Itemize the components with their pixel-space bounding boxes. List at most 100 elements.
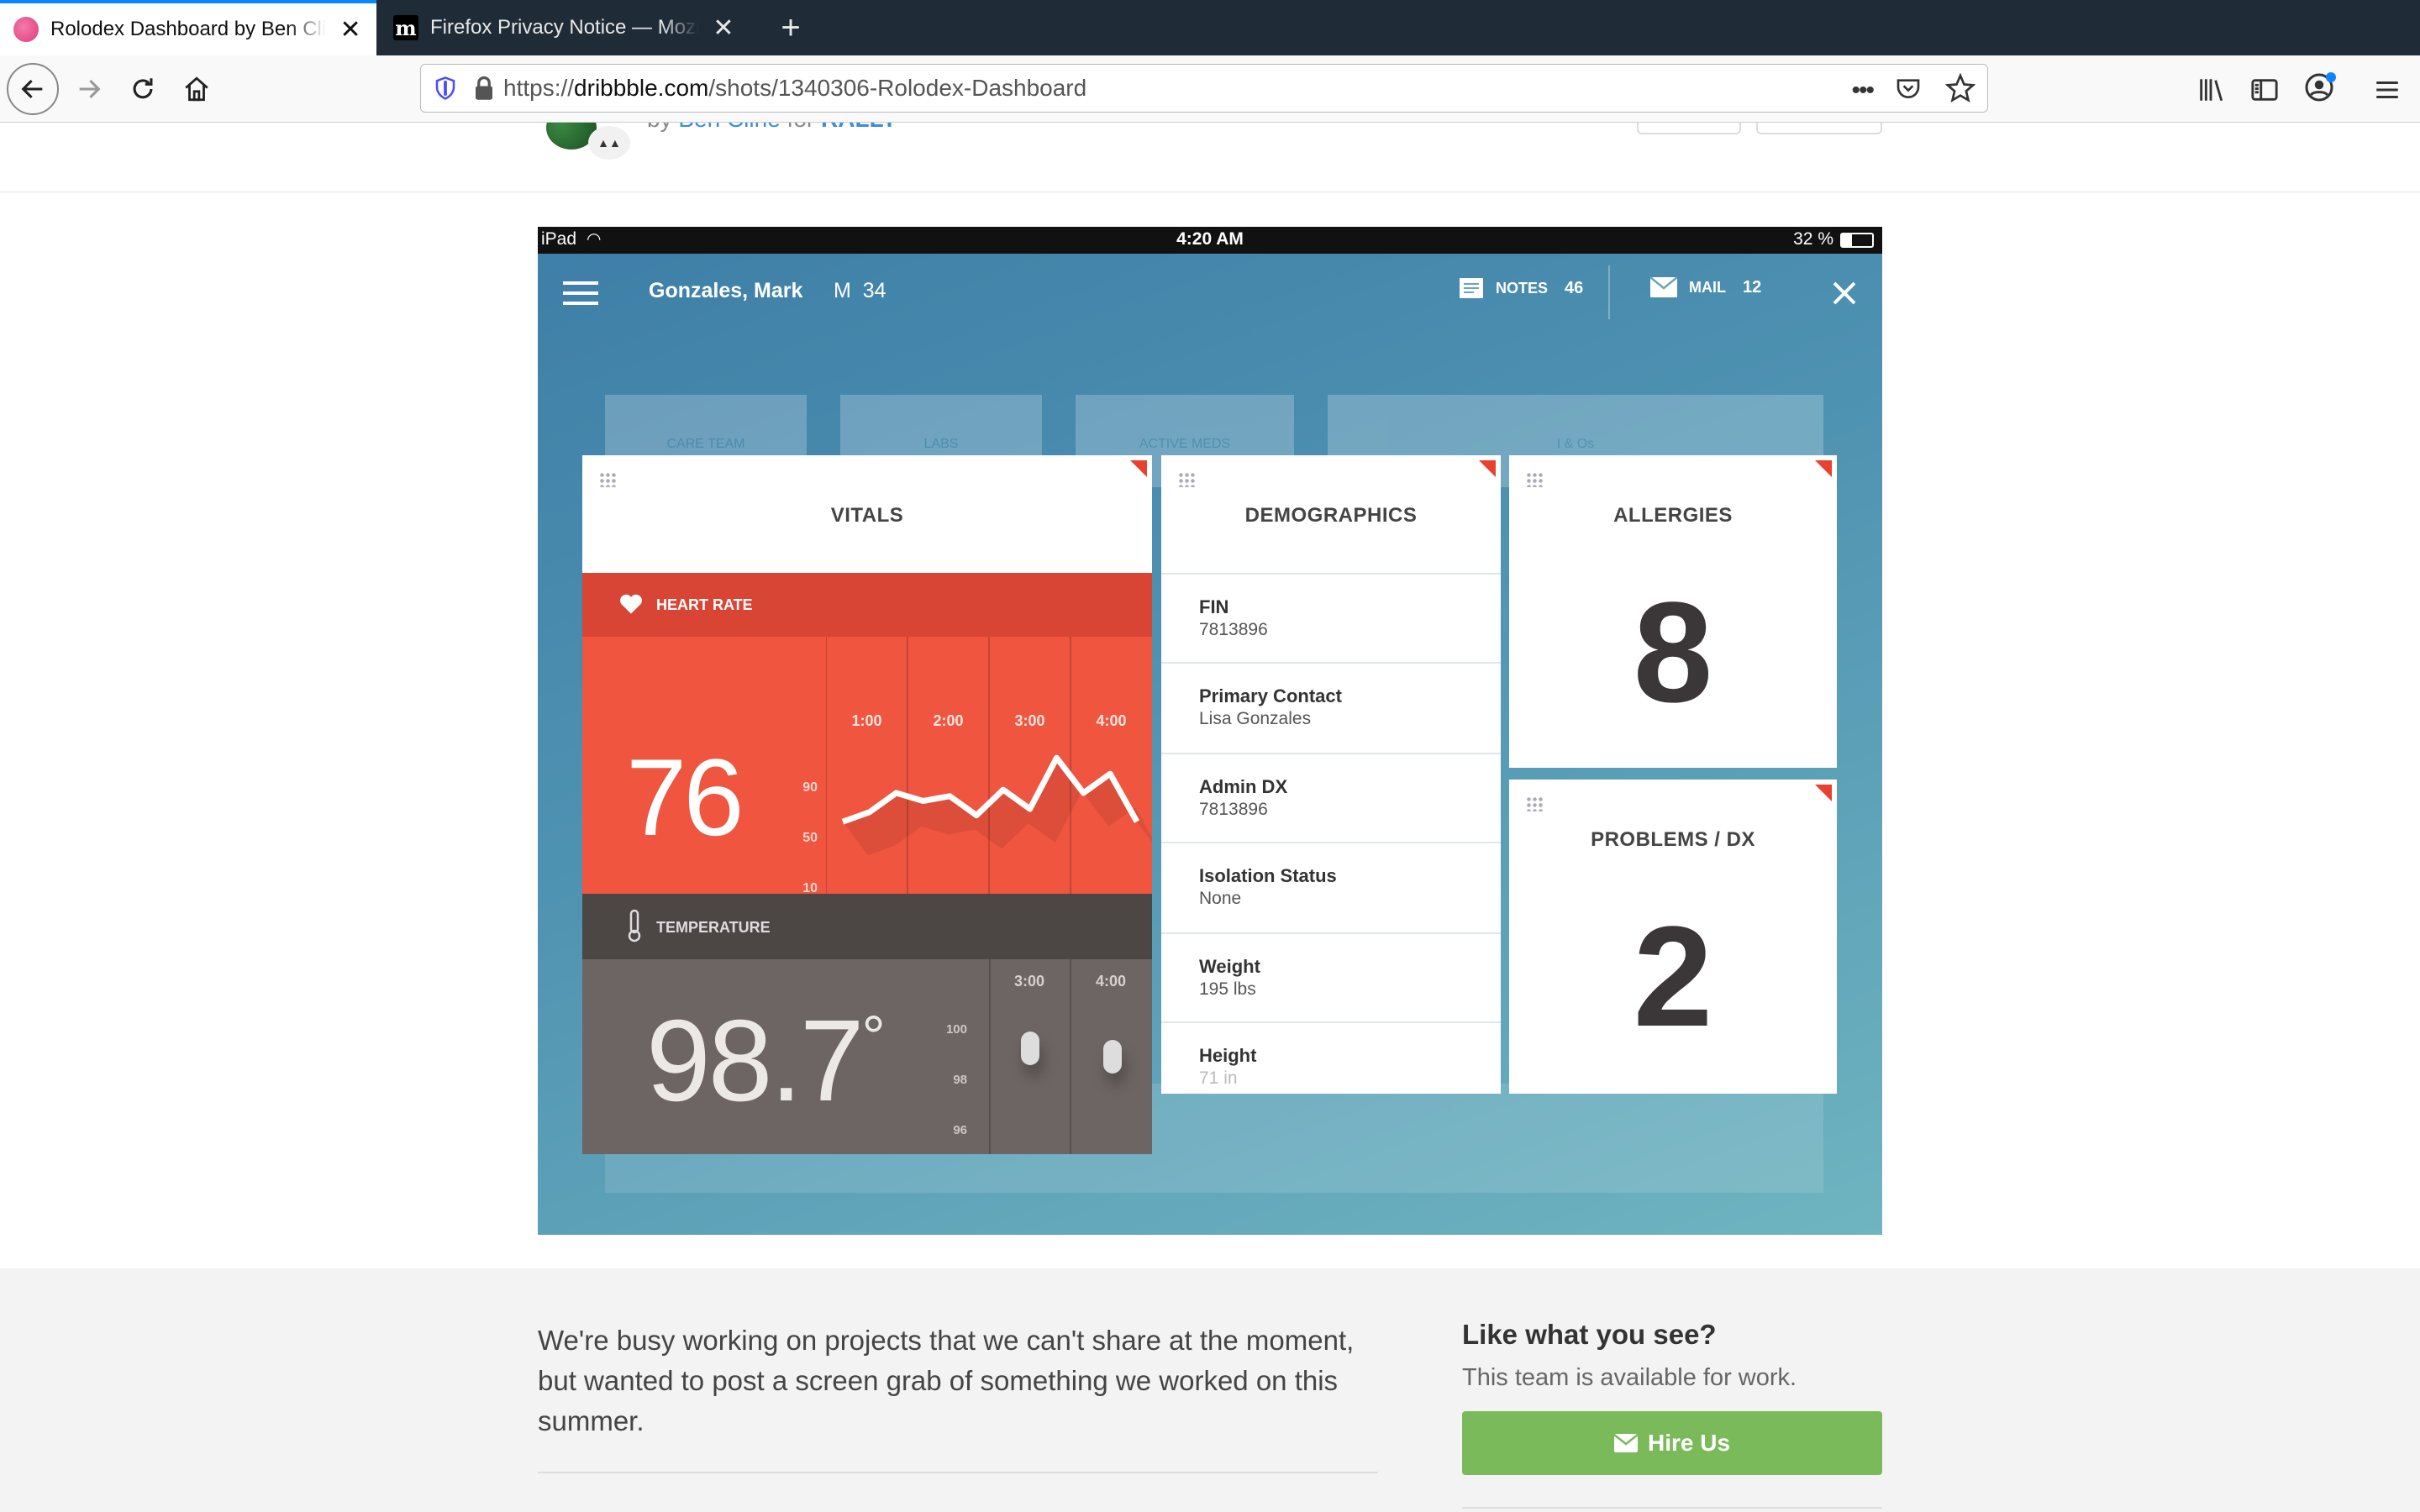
drag-handle-icon[interactable] (1526, 472, 1544, 487)
save-button[interactable] (1756, 123, 1882, 134)
reload-button[interactable] (118, 64, 168, 114)
dribbble-icon (13, 17, 39, 42)
shot-image[interactable]: iPad ◠ 4:20 AM 32 % Gonzales, Mark M 34 … (538, 227, 1882, 1235)
hr-time: 3:00 (1014, 712, 1045, 729)
sidebar-icon[interactable] (2250, 76, 2279, 104)
tab-rolodex-dashboard[interactable]: Rolodex Dashboard by Ben Cline for RALLY… (0, 0, 376, 55)
home-icon (185, 76, 208, 102)
notes-icon (1460, 278, 1483, 298)
home-button[interactable] (171, 64, 222, 114)
temp-time: 3:00 (1013, 973, 1045, 990)
tab-firefox-privacy[interactable]: m Firefox Privacy Notice — Mozilla ✕ (380, 0, 755, 55)
tab-title: Rolodex Dashboard by Ben Cline for RALLY (50, 18, 327, 40)
corner-flag (1130, 460, 1147, 477)
divider (538, 1472, 1378, 1473)
demographic-item: FIN 7813896 (1161, 573, 1501, 662)
temp-scale: 100 98 96 (945, 1022, 967, 1137)
problems-card[interactable]: PROBLEMS / DX 2 (1509, 780, 1837, 1094)
allergies-count: 8 (1633, 573, 1713, 732)
back-button[interactable] (7, 63, 59, 115)
reload-icon (133, 78, 153, 99)
hr-scale: 90 50 10 (802, 780, 818, 895)
menu-icon[interactable] (563, 281, 598, 306)
allergies-card[interactable]: ALLERGIES 8 (1509, 455, 1837, 768)
mozilla-icon: m (393, 15, 418, 40)
hr-time: 4:00 (1096, 712, 1127, 729)
drag-handle-icon[interactable] (1526, 796, 1544, 811)
envelope-icon (1613, 1434, 1638, 1452)
shot-description: We're busy working on projects that we c… (538, 1325, 1355, 1436)
temp-marker (1103, 1040, 1122, 1074)
corner-flag (1815, 460, 1832, 477)
close-tab-icon[interactable]: ✕ (711, 13, 736, 43)
thermometer-icon (628, 909, 641, 942)
mail-button[interactable]: MAIL 12 (1650, 277, 1761, 297)
card-title: VITALS (830, 504, 904, 527)
divider (1462, 1507, 1882, 1509)
heart-rate-chart (826, 637, 1152, 894)
tab-title: Firefox Privacy Notice — Mozilla (430, 16, 699, 39)
temperature-value: 98.7° (646, 996, 886, 1126)
battery-icon (1840, 233, 1874, 248)
team-avatar[interactable]: ▲▲ (588, 126, 630, 160)
lock-icon[interactable] (473, 76, 495, 101)
like-button[interactable] (1637, 123, 1741, 134)
demographic-item: Weight 195 lbs (1161, 932, 1501, 1021)
shield-icon[interactable] (433, 76, 458, 101)
drag-handle-icon[interactable] (1178, 472, 1197, 487)
forward-arrow-icon (79, 79, 101, 99)
back-arrow-icon (21, 79, 43, 99)
vitals-card[interactable]: VITALS HEART RATE 76 90 50 10 1:00 2:00 … (582, 455, 1152, 1154)
drag-handle-icon[interactable] (599, 472, 618, 487)
new-tab-button[interactable]: + (761, 0, 820, 55)
heart-rate-value: 76 (626, 736, 744, 858)
hr-time: 2:00 (933, 712, 964, 729)
close-tab-icon[interactable]: ✕ (338, 15, 363, 45)
ipad-status-bar: iPad ◠ 4:20 AM 32 % (538, 227, 1882, 254)
sidebar-subtext: This team is available for work. (1462, 1364, 1797, 1391)
demographic-item: Isolation Status None (1161, 842, 1501, 931)
demographic-item: Admin DX 7813896 (1161, 753, 1501, 842)
heart-icon (620, 594, 642, 614)
demographic-item: Primary Contact Lisa Gonzales (1161, 662, 1501, 751)
close-icon[interactable] (1832, 281, 1857, 306)
card-title: PROBLEMS / DX (1591, 828, 1755, 851)
card-title: DEMOGRAPHICS (1244, 504, 1418, 527)
notes-button[interactable]: NOTES 46 (1459, 277, 1583, 299)
header-divider (1608, 265, 1610, 319)
team-link[interactable]: RALLY (821, 123, 897, 132)
shot-byline: by Ben Cline for RALLY (647, 123, 897, 133)
url-bar[interactable]: https://dribbble.com/shots/1340306-Rolod… (420, 64, 1988, 113)
card-title: ALLERGIES (1613, 504, 1733, 527)
bookmark-star-icon[interactable] (1945, 73, 1975, 103)
notification-dot (2326, 72, 2336, 82)
account-button[interactable] (2304, 72, 2338, 106)
pocket-icon[interactable] (1895, 75, 1922, 102)
forward-button[interactable] (64, 64, 114, 114)
hire-us-button[interactable]: Hire Us (1462, 1411, 1882, 1475)
hr-time: 1:00 (851, 712, 882, 729)
corner-flag (1815, 785, 1832, 801)
battery-percent: 32 % (1793, 229, 1833, 249)
url-text[interactable]: https://dribbble.com/shots/1340306-Rolod… (503, 75, 1086, 102)
mail-icon (1650, 277, 1677, 297)
sidebar-heading: Like what you see? (1462, 1319, 1717, 1350)
library-icon[interactable] (2196, 76, 2225, 104)
plus-icon: + (781, 8, 801, 46)
demographics-card[interactable]: DEMOGRAPHICS FIN 7813896 Primary Contact L… (1161, 455, 1501, 1094)
browser-tab-strip: Rolodex Dashboard by Ben Cline for RALLY… (0, 0, 2420, 55)
temp-marker (1021, 1032, 1039, 1065)
status-time: 4:20 AM (1176, 229, 1244, 249)
heart-rate-header: HEART RATE (582, 573, 1152, 637)
hr-shadow (843, 758, 1152, 856)
hamburger-menu-icon[interactable] (2373, 76, 2402, 104)
hr-time-labels: 1:00 2:00 3:00 4:00 (826, 712, 1152, 730)
patient-info: M 34 (834, 279, 886, 302)
temp-time: 4:00 (1095, 973, 1127, 990)
page-actions-icon[interactable]: ••• (1851, 76, 1874, 105)
demographic-item: Height 71 in (1161, 1021, 1501, 1094)
problems-count: 2 (1633, 897, 1713, 1057)
patient-name: Gonzales, Mark (649, 279, 803, 302)
temperature-header: TEMPERATURE (582, 894, 1152, 959)
author-link[interactable]: Ben Cline (678, 123, 780, 132)
